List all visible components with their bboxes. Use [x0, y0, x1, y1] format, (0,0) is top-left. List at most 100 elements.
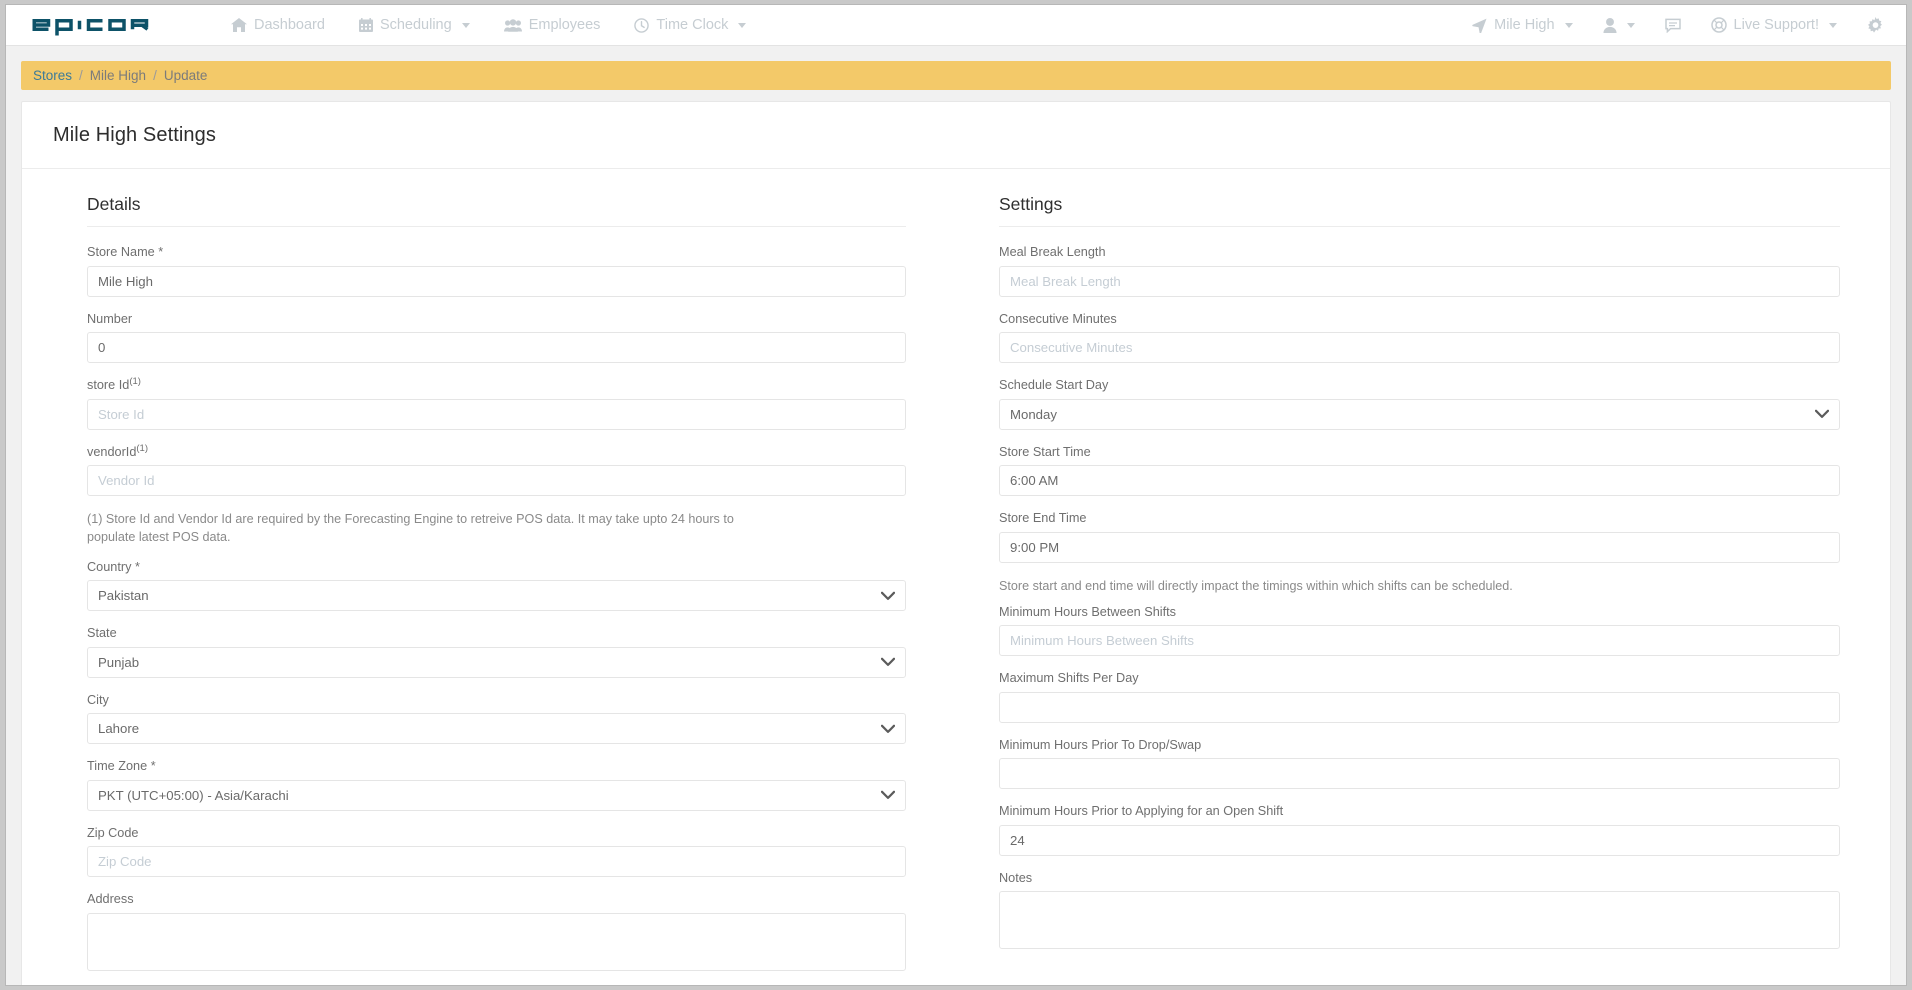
label-consecutive-minutes: Consecutive Minutes [999, 311, 1117, 326]
breadcrumb-separator: / [79, 68, 83, 83]
nav-item-store-selector[interactable]: Mile High [1472, 16, 1573, 33]
chevron-down-icon [1564, 22, 1573, 28]
nav-label-store: Mile High [1494, 16, 1555, 33]
label-schedule-start-day: Schedule Start Day [999, 378, 1109, 392]
address-textarea[interactable] [87, 912, 906, 971]
label-store-end-time: Store End Time [999, 511, 1087, 525]
nav-label-time-clock: Time Clock [656, 16, 729, 33]
label-min-hours-prior-open-shift: Minimum Hours Prior to Applying for an O… [999, 804, 1284, 819]
chevron-down-icon [461, 22, 470, 28]
label-zip-code: Zip Code [87, 825, 139, 840]
store-start-time-input[interactable] [999, 465, 1840, 496]
nav-item-user-menu[interactable] [1602, 17, 1635, 33]
page-title: Mile High Settings [22, 102, 1890, 169]
label-min-hours-between-shifts: Minimum Hours Between Shifts [999, 604, 1176, 619]
breadcrumb-separator: / [153, 68, 157, 83]
nav-item-time-clock[interactable]: Time Clock [634, 16, 747, 33]
vendor-id-input[interactable] [87, 465, 906, 496]
label-store-start-time: Store Start Time [999, 444, 1091, 459]
field-min-hours-between-shifts: Minimum Hours Between Shifts [999, 604, 1840, 657]
nav-item-settings[interactable] [1867, 16, 1884, 34]
city-select[interactable] [87, 713, 906, 744]
location-arrow-icon [1472, 18, 1487, 33]
label-city: City [87, 692, 109, 707]
form-columns: Details Store Name * Number store Id (1) … [22, 169, 1890, 985]
settings-card: Mile High Settings Details Store Name * … [21, 101, 1891, 985]
time-zone-select-wrapper [87, 779, 906, 811]
epicor-logo[interactable] [30, 13, 163, 37]
consecutive-minutes-input[interactable] [999, 332, 1840, 363]
nav-item-messages[interactable] [1664, 18, 1681, 33]
field-store-start-time: Store Start Time [999, 444, 1840, 496]
app-window: Dashboard Scheduling Employees Time Cloc… [5, 4, 1907, 986]
home-icon [231, 18, 247, 32]
country-select-wrapper [87, 580, 906, 611]
nav-item-live-support[interactable]: Live Support! [1710, 16, 1837, 33]
clock-icon [634, 17, 650, 33]
number-input[interactable] [87, 332, 906, 363]
forecasting-footnote: (1) Store Id and Vendor Id are required … [87, 512, 734, 545]
nav-label-employees: Employees [528, 16, 601, 33]
nav-item-scheduling[interactable]: Scheduling [358, 18, 470, 33]
field-store-name: Store Name * [87, 244, 906, 297]
breadcrumb-item-update: Update [163, 68, 208, 83]
field-consecutive-minutes: Consecutive Minutes [999, 311, 1840, 363]
breadcrumb-item-stores[interactable]: Stores [33, 68, 72, 83]
label-store-id-footnote-ref: (1) [129, 375, 141, 387]
settings-heading: Settings [999, 194, 1840, 227]
breadcrumb-item-mile-high[interactable]: Mile High [90, 68, 146, 83]
country-select[interactable] [87, 580, 906, 611]
field-max-shifts-per-day: Maximum Shifts Per Day [999, 670, 1840, 723]
details-heading: Details [87, 194, 906, 227]
field-state: State [87, 625, 906, 678]
breadcrumb-wrapper: Stores / Mile High / Update [6, 46, 1906, 90]
secondary-nav: Mile High Live Support! [1472, 16, 1884, 34]
field-time-zone: Time Zone * [87, 758, 906, 811]
state-select[interactable] [87, 646, 906, 678]
min-hours-prior-drop-swap-input[interactable] [999, 758, 1840, 790]
field-number: Number [87, 311, 906, 363]
notes-textarea[interactable] [999, 891, 1840, 950]
label-notes: Notes [999, 870, 1033, 885]
max-shifts-per-day-input[interactable] [999, 691, 1840, 723]
primary-nav: Dashboard Scheduling Employees Time Cloc… [231, 16, 747, 33]
time-zone-select[interactable] [87, 779, 906, 811]
field-notes: Notes [999, 870, 1840, 955]
details-column: Details Store Name * Number store Id (1) … [22, 194, 956, 985]
nav-label-live-support: Live Support! [1733, 16, 1819, 33]
nav-item-employees[interactable]: Employees [503, 16, 601, 33]
label-vendor-id-text: vendorId [87, 444, 137, 459]
calendar-icon [358, 18, 373, 32]
field-country: Country * [87, 559, 906, 611]
store-name-input[interactable] [87, 265, 906, 297]
min-hours-prior-open-shift-input[interactable] [999, 824, 1840, 856]
breadcrumb: Stores / Mile High / Update [21, 61, 1891, 90]
label-number: Number [87, 311, 133, 326]
label-meal-break-length: Meal Break Length [999, 245, 1106, 259]
user-icon [1602, 17, 1617, 33]
label-state: State [87, 626, 117, 640]
users-icon [503, 18, 522, 32]
nav-item-dashboard[interactable]: Dashboard [231, 18, 325, 33]
field-min-hours-prior-open-shift: Minimum Hours Prior to Applying for an O… [999, 803, 1840, 856]
label-store-id-text: store Id [87, 378, 130, 392]
min-hours-between-shifts-input[interactable] [999, 625, 1840, 657]
comment-icon [1664, 18, 1681, 33]
field-zip-code: Zip Code [87, 825, 906, 877]
field-meal-break-length: Meal Break Length [999, 244, 1840, 297]
meal-break-length-input[interactable] [999, 265, 1840, 297]
store-time-hint: Store start and end time will directly i… [999, 578, 1513, 593]
label-vendor-id-footnote-ref: (1) [136, 442, 148, 454]
label-country: Country * [87, 559, 140, 574]
store-id-input[interactable] [87, 398, 906, 430]
label-store-id: store Id(1) [87, 377, 906, 394]
store-end-time-input[interactable] [999, 531, 1840, 563]
schedule-start-day-select[interactable] [999, 398, 1840, 430]
chevron-down-icon [1829, 22, 1837, 28]
zip-code-input[interactable] [87, 846, 906, 877]
label-time-zone: Time Zone * [87, 759, 156, 773]
chevron-down-icon [1626, 22, 1635, 28]
label-vendor-id: vendorId(1) [87, 442, 906, 461]
label-max-shifts-per-day: Maximum Shifts Per Day [999, 671, 1139, 686]
lifering-icon [1710, 17, 1727, 33]
